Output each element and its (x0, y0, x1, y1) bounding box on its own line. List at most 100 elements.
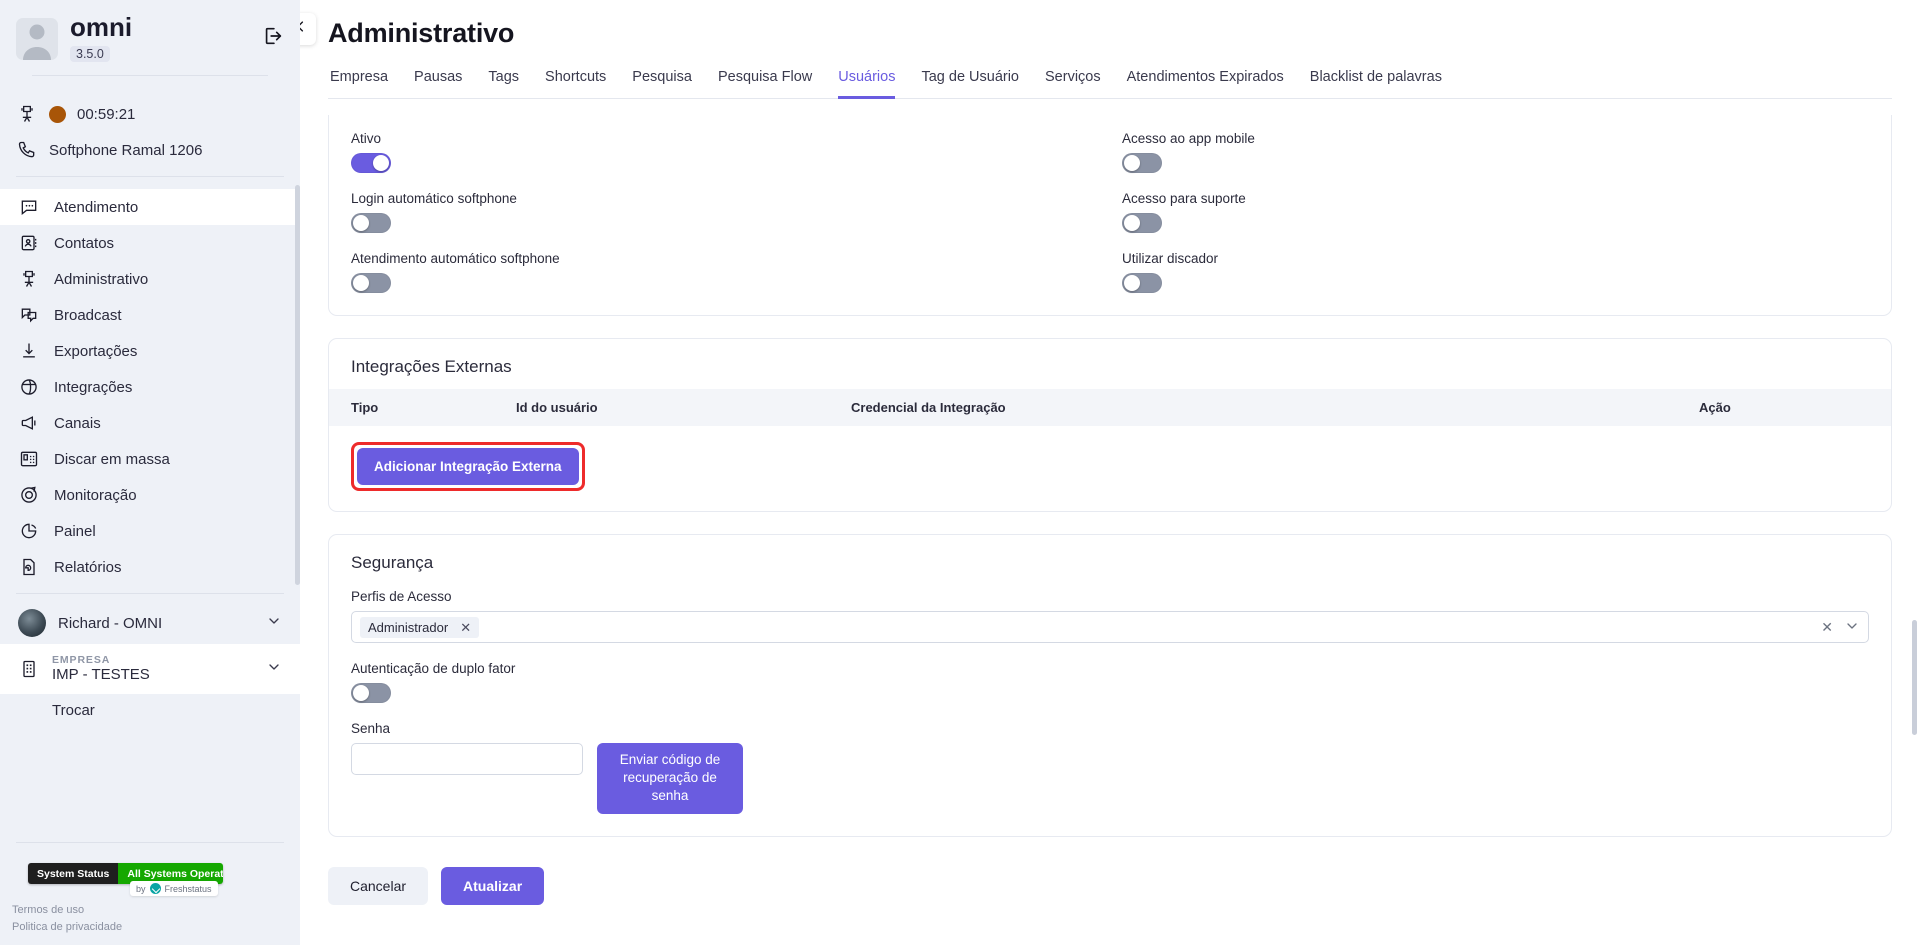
highlight-ring: Adicionar Integração Externa (351, 442, 585, 491)
softphone-row[interactable]: Softphone Ramal 1206 (16, 132, 284, 168)
account-switcher[interactable]: Richard - OMNI (0, 602, 300, 644)
report-file-icon (18, 556, 40, 578)
sidebar-item-canais[interactable]: Canais (0, 405, 300, 441)
clear-icon[interactable]: ✕ (1821, 619, 1833, 636)
access-profiles-select[interactable]: Administrador ✕ ✕ (351, 611, 1869, 643)
field-utilizar-discador: Utilizar discador (1122, 251, 1869, 293)
system-status-label: System Status (28, 863, 119, 884)
field-acesso-para-suporte: Acesso para suporte (1122, 191, 1869, 233)
update-button[interactable]: Atualizar (441, 866, 545, 905)
terms-link[interactable]: Termos de uso (12, 902, 300, 919)
sidebar-item-integracoes[interactable]: Integrações (0, 369, 300, 405)
sidebar-item-label: Monitoração (54, 486, 137, 504)
broadcast-bubbles-icon (18, 304, 40, 326)
megaphone-icon (18, 412, 40, 434)
close-icon[interactable]: ✕ (460, 621, 471, 634)
toggle-login-automatico-softphone[interactable] (351, 213, 391, 233)
tab-pesquisa[interactable]: Pesquisa (632, 69, 692, 99)
sidebar-item-label: Contatos (54, 234, 115, 252)
toggle-acesso-app-mobile[interactable] (1122, 153, 1162, 173)
toggle-two-factor-auth[interactable] (351, 683, 391, 703)
tab-blacklist-de-palavras[interactable]: Blacklist de palavras (1310, 69, 1442, 99)
chat-bubble-icon (18, 196, 40, 218)
logout-icon[interactable] (262, 25, 284, 52)
add-external-integration-button[interactable]: Adicionar Integração Externa (357, 448, 579, 485)
deskphone-icon (18, 448, 40, 470)
privacy-link[interactable]: Politica de privacidade (12, 919, 300, 936)
tab-shortcuts[interactable]: Shortcuts (545, 69, 606, 99)
avatar (18, 609, 46, 637)
integrations-globe-icon (18, 376, 40, 398)
twofa-label: Autenticação de duplo fator (351, 661, 516, 676)
scroll-content: Ativo Login automático softphone Atendim… (300, 99, 1920, 945)
add-integration-wrap: Adicionar Integração Externa (329, 426, 1891, 511)
toggles-column-right: Acesso ao app mobile Acesso para suporte… (1098, 131, 1869, 293)
sidebar-item-label: Broadcast (54, 306, 122, 324)
password-row: Enviar código de recuperação de senha (351, 743, 1869, 814)
freshstatus-icon (149, 883, 161, 894)
company-label: EMPRESA (52, 654, 111, 667)
chevron-left-icon (300, 19, 308, 39)
tab-pausas[interactable]: Pausas (414, 69, 462, 99)
column-header-acao: Ação (1699, 400, 1731, 415)
sidebar-divider-4 (16, 842, 284, 843)
chevron-down-icon (266, 659, 282, 680)
toggle-knob (353, 685, 369, 701)
chevron-down-icon (266, 613, 282, 634)
security-body: Perfis de Acesso Administrador ✕ ✕ Auten… (329, 585, 1891, 836)
send-password-recovery-button[interactable]: Enviar código de recuperação de senha (597, 743, 743, 814)
sidebar-collapse-button[interactable] (300, 13, 316, 45)
sidebar-item-atendimento[interactable]: Atendimento (0, 189, 300, 225)
phone-icon (16, 139, 38, 161)
sidebar-item-label: Exportações (54, 342, 138, 360)
field-ativo: Ativo (351, 131, 1098, 173)
access-profiles-label: Perfis de Acesso (351, 589, 452, 604)
security-card: Segurança Perfis de Acesso Administrador… (328, 534, 1892, 837)
toggle-knob (1124, 215, 1140, 231)
sidebar-footer: System Status All Systems Operational by… (0, 834, 300, 945)
tab-atendimentos-expirados[interactable]: Atendimentos Expirados (1127, 69, 1284, 99)
toggle-atendimento-automatico-softphone[interactable] (351, 273, 391, 293)
sidebar-item-broadcast[interactable]: Broadcast (0, 297, 300, 333)
sidebar-item-administrativo[interactable]: Administrativo (0, 261, 300, 297)
security-title: Segurança (351, 553, 434, 572)
agent-timer-row[interactable]: 00:59:21 (16, 96, 284, 132)
toggle-utilizar-discador[interactable] (1122, 273, 1162, 293)
sidebar-item-label: Painel (54, 522, 96, 540)
sidebar-item-relatorios[interactable]: Relatórios (0, 549, 300, 585)
sidebar-item-exportacoes[interactable]: Exportações (0, 333, 300, 369)
sidebar: omni 3.5.0 00:59:21 Softphone Ramal 1206… (0, 0, 300, 945)
field-label: Ativo (351, 131, 382, 146)
column-header-tipo: Tipo (351, 400, 379, 415)
toggle-acesso-para-suporte[interactable] (1122, 213, 1162, 233)
tab-empresa[interactable]: Empresa (330, 69, 388, 99)
sidebar-item-painel[interactable]: Painel (0, 513, 300, 549)
password-input[interactable] (351, 743, 583, 775)
cancel-button[interactable]: Cancelar (328, 866, 429, 905)
field-acesso-app-mobile: Acesso ao app mobile (1122, 131, 1869, 173)
toggle-knob (1124, 155, 1140, 171)
main-scrollbar[interactable] (1912, 620, 1917, 735)
tab-tags[interactable]: Tags (488, 69, 519, 99)
field-label: Acesso ao app mobile (1122, 131, 1255, 146)
tab-tag-de-usuario[interactable]: Tag de Usuário (921, 69, 1019, 99)
sidebar-item-monitoracao[interactable]: Monitoração (0, 477, 300, 513)
chevron-down-icon[interactable] (1844, 618, 1860, 637)
admin-chair-icon (18, 268, 40, 290)
toggle-ativo[interactable] (351, 153, 391, 173)
sidebar-item-discar-em-massa[interactable]: Discar em massa (0, 441, 300, 477)
sidebar-item-contatos[interactable]: Contatos (0, 225, 300, 261)
freshstatus-provider: Freshstatus (164, 883, 212, 894)
tab-usuarios[interactable]: Usuários (838, 69, 896, 99)
toggles-column-left: Ativo Login automático softphone Atendim… (351, 131, 1098, 293)
user-settings-card: Ativo Login automático softphone Atendim… (328, 115, 1892, 316)
sidebar-item-label: Canais (54, 414, 101, 432)
system-status-widget[interactable]: System Status All Systems Operational by… (0, 851, 300, 896)
switch-company-link[interactable]: Trocar (0, 694, 300, 727)
page-header: Administrativo Empresa Pausas Tags Short… (300, 0, 1920, 99)
toggle-knob (373, 155, 389, 171)
toggle-knob (353, 215, 369, 231)
company-switcher[interactable]: EMPRESA IMP - TESTES (0, 644, 300, 694)
tab-pesquisa-flow[interactable]: Pesquisa Flow (718, 69, 812, 99)
tab-servicos[interactable]: Serviços (1045, 69, 1101, 99)
